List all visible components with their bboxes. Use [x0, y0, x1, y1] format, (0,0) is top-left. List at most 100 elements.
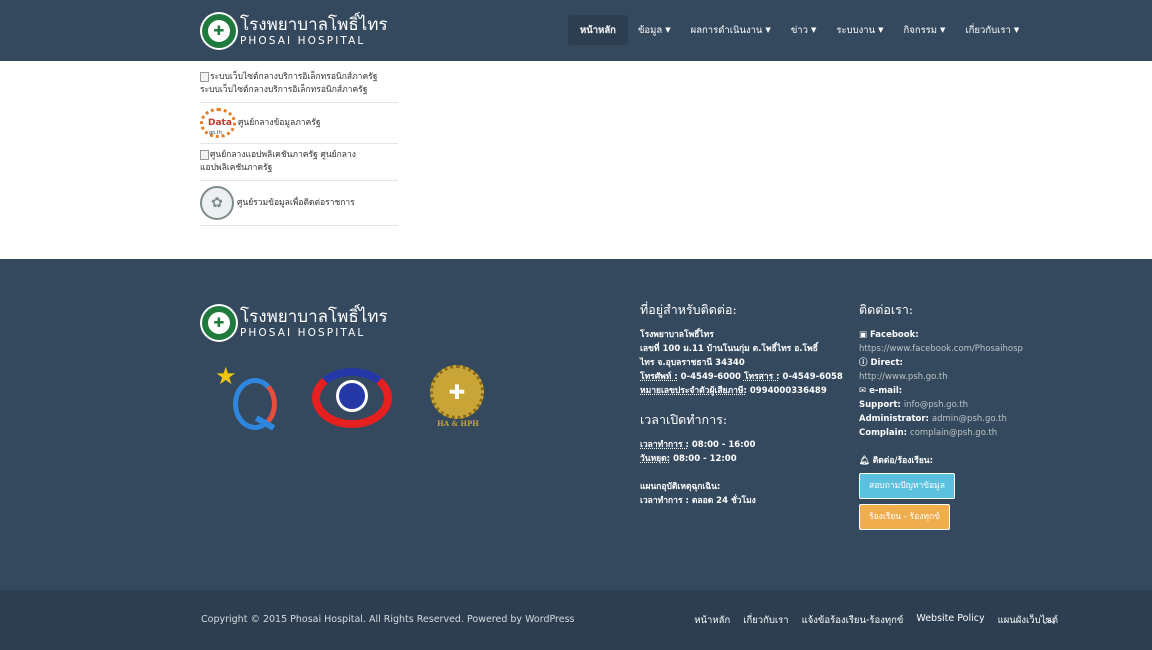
quality-award-logo: ★ [215, 362, 281, 434]
address-heading: ที่อยู่สำหรับติดต่อ: [640, 302, 737, 317]
bottom-link-complaint[interactable]: แจ้งข้อร้องเรียน-ร้องทุกข์ [802, 613, 904, 628]
bottom-link-home[interactable]: หน้าหลัก [694, 613, 730, 628]
copyright-text: Copyright © 2015 Phosai Hospital. All Ri… [201, 614, 575, 625]
link-egov-portal[interactable]: ระบบเว็บไซต์กลางบริการอิเล็กทรอนิกส์ภาคร… [200, 66, 398, 103]
direct-label: Direct: [870, 358, 903, 368]
site-logo[interactable]: ✚ โรงพยาบาลโพธิ์ไทร PHOSAI HOSPITAL [200, 12, 388, 50]
phone-label: โทรศัพท์ : [640, 372, 678, 382]
support-email[interactable]: info@psh.go.th [904, 400, 968, 410]
government-links: ระบบเว็บไซต์กลางบริการอิเล็กทรอนิกส์ภาคร… [200, 66, 398, 226]
envelope-icon: ✉ [859, 386, 867, 396]
admin-row: Administrator: admin@psh.go.th [859, 412, 1059, 426]
ministry-logo [306, 366, 398, 430]
broken-image-icon [200, 149, 209, 160]
phone-value: 0-4549-6000 [680, 372, 741, 382]
complaint-heading-row: 🔔︎ ติดต่อ/ร้องเรียน: [859, 454, 1059, 468]
nav-info-label: ข้อมูล [637, 24, 663, 36]
holiday-hours: วันหยุด: 08:00 - 12:00 [640, 452, 840, 466]
fax-label: โทรสาร : [743, 372, 780, 382]
bottom-bar: Copyright © 2015 Phosai Hospital. All Ri… [0, 590, 1152, 650]
facebook-row: ▣ Facebook: [859, 328, 1059, 342]
ask-question-button[interactable]: สอบถามปัญหาข้อมูล [859, 473, 955, 499]
fax-value: 0-4549-6058 [782, 372, 843, 382]
chevron-down-icon: ▼ [665, 26, 671, 34]
footer: ✚ โรงพยาบาลโพธิ์ไทร PHOSAI HOSPITAL ★ ✚ … [0, 259, 1152, 640]
contact-heading: ติดต่อเรา: [859, 302, 914, 317]
info-icon: ⓘ [859, 358, 868, 368]
phone-fax: โทรศัพท์ : 0-4549-6000 โทรสาร : 0-4549-6… [640, 370, 843, 384]
nav-news[interactable]: ข่าว ▼ [781, 15, 827, 45]
tax-id-label: หมายเลขประจำตัวผู้เสียภาษี: [640, 386, 747, 396]
chevron-up-icon[interactable]: ︿ [1044, 611, 1055, 627]
nav-systems-label: ระบบงาน [836, 24, 876, 36]
er-hours-value: ตลอด 24 ชั่วโมง [691, 496, 756, 506]
email-label: e-mail: [869, 386, 903, 396]
complain-row: Complain: complain@psh.go.th [859, 426, 1059, 440]
office-hours-value: 08:00 - 16:00 [691, 440, 756, 450]
main-nav: หน้าหลัก ข้อมูล ▼ ผลการดำเนินงาน ▼ ข่าว … [568, 15, 1029, 45]
address-column: ที่อยู่สำหรับติดต่อ: โรงพยาบาลโพธิ์ไทร เ… [640, 300, 843, 508]
nav-performance-label: ผลการดำเนินงาน [690, 24, 763, 36]
link-data-go-th[interactable]: Data go.th ศูนย์กลางข้อมูลภาครัฐ [200, 103, 398, 144]
chevron-down-icon: ▼ [1013, 26, 1020, 34]
facebook-link[interactable]: https://www.facebook.com/Phosaihosp [859, 342, 1059, 356]
nav-activities[interactable]: กิจกรรม ▼ [894, 15, 956, 45]
footer-logo-title-en: PHOSAI HOSPITAL [240, 327, 366, 339]
tax-id-value: 0994000336489 [749, 386, 827, 396]
link-data-label: ศูนย์กลางข้อมูลภาครัฐ [238, 117, 321, 128]
holiday-hours-value: 08:00 - 12:00 [673, 454, 737, 464]
complain-email[interactable]: complain@psh.go.th [910, 428, 997, 438]
footer-logo[interactable]: ✚ โรงพยาบาลโพธิ์ไทร PHOSAI HOSPITAL [200, 304, 388, 342]
facebook-label: Facebook: [870, 330, 919, 340]
link-app-center[interactable]: ศูนย์กลางแอปพลิเคชันภาครัฐ ศูนย์กลางแอปพ… [200, 144, 398, 181]
chevron-down-icon: ▼ [878, 26, 884, 34]
data-go-th-logo: Data go.th [200, 108, 236, 138]
footer-logo-title-th: โรงพยาบาลโพธิ์ไทร [240, 307, 388, 327]
complaint-heading: ติดต่อ/ร้องเรียน: [872, 456, 934, 466]
link-contact-label: ศูนย์รวมข้อมูลเพื่อติดต่อราชการ [237, 197, 355, 208]
facebook-icon: ▣ [859, 330, 868, 340]
chevron-down-icon: ▼ [810, 26, 817, 34]
tax-id: หมายเลขประจำตัวผู้เสียภาษี: 099400033648… [640, 384, 840, 398]
bottom-link-policy[interactable]: Website Policy [916, 613, 984, 628]
direct-link[interactable]: http://www.psh.go.th [859, 370, 1059, 384]
ha-hph-label: HA & HPH [437, 419, 479, 428]
accreditation-badges: ★ ✚ HA & HPH [215, 362, 486, 434]
data-logo-sub: go.th [209, 130, 222, 136]
nav-about[interactable]: เกี่ยวกับเรา ▼ [955, 15, 1029, 45]
admin-label: Administrator: [859, 414, 929, 424]
star-icon: ★ [215, 362, 237, 390]
complain-label: Complain: [859, 428, 908, 438]
government-seal-icon: ✿ [200, 186, 234, 220]
bottom-nav: หน้าหลัก เกี่ยวกับเรา แจ้งข้อร้องเรียน-ร… [681, 613, 1058, 628]
nav-news-label: ข่าว [790, 24, 808, 36]
logo-title-th: โรงพยาบาลโพธิ์ไทร [240, 15, 388, 35]
bottom-link-about[interactable]: เกี่ยวกับเรา [743, 613, 788, 628]
logo-title-en: PHOSAI HOSPITAL [240, 35, 366, 47]
er-title: แผนกอุบัติเหตุฉุกเฉิน: [640, 482, 721, 492]
nav-home[interactable]: หน้าหลัก [568, 15, 628, 45]
link-egov-alt: ระบบเว็บไซต์กลางบริการอิเล็กทรอนิกส์ภาคร… [210, 72, 378, 82]
support-label: Support: [859, 400, 901, 410]
hours-heading: เวลาเปิดทำการ: [640, 412, 728, 427]
admin-email[interactable]: admin@psh.go.th [932, 414, 1007, 424]
link-contact-center[interactable]: ✿ ศูนย์รวมข้อมูลเพื่อติดต่อราชการ [200, 181, 398, 226]
complaint-button[interactable]: ร้องเรียน - ร้องทุกข์ [859, 504, 950, 530]
email-row: ✉ e-mail: [859, 384, 1059, 398]
direct-row: ⓘ Direct: [859, 356, 1059, 370]
contact-column: ติดต่อเรา: ▣ Facebook: https://www.faceb… [859, 300, 1059, 530]
office-hours-label: เวลาทำการ : [640, 440, 689, 450]
nav-home-label: หน้าหลัก [580, 24, 616, 36]
chevron-down-icon: ▼ [940, 26, 946, 34]
nav-systems[interactable]: ระบบงาน ▼ [826, 15, 893, 45]
link-app-alt: ศูนย์กลางแอปพลิเคชันภาครัฐ [210, 150, 318, 160]
support-row: Support: info@psh.go.th [859, 398, 1059, 412]
link-egov-label: ระบบเว็บไซต์กลางบริการอิเล็กทรอนิกส์ภาคร… [200, 85, 368, 95]
nav-performance[interactable]: ผลการดำเนินงาน ▼ [681, 15, 781, 45]
address-name: โรงพยาบาลโพธิ์ไทร [640, 330, 714, 340]
chevron-down-icon: ▼ [765, 26, 771, 34]
nav-info[interactable]: ข้อมูล ▼ [628, 15, 681, 45]
top-navbar: ✚ โรงพยาบาลโพธิ์ไทร PHOSAI HOSPITAL หน้า… [0, 0, 1152, 61]
hospital-emblem-icon: ✚ [200, 12, 238, 50]
address-line-1: เลขที่ 100 ม.11 บ้านโนนกุ่ม ต.โพธิ์ไทร อ… [640, 344, 818, 354]
